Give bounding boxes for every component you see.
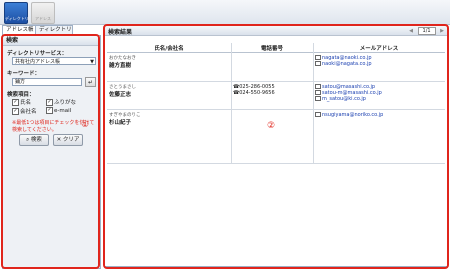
directory-toolbar-label: ディレクトリ	[5, 16, 29, 21]
annotation-frame-1	[1, 34, 100, 269]
address-toolbar-label: アドレス	[35, 16, 51, 21]
directory-toolbar-button[interactable]: ディレクトリ	[4, 2, 29, 24]
annotation-frame-2	[103, 24, 449, 269]
toolbar: ディレクトリ アドレス	[0, 0, 450, 25]
address-toolbar-button[interactable]: アドレス	[31, 2, 55, 24]
